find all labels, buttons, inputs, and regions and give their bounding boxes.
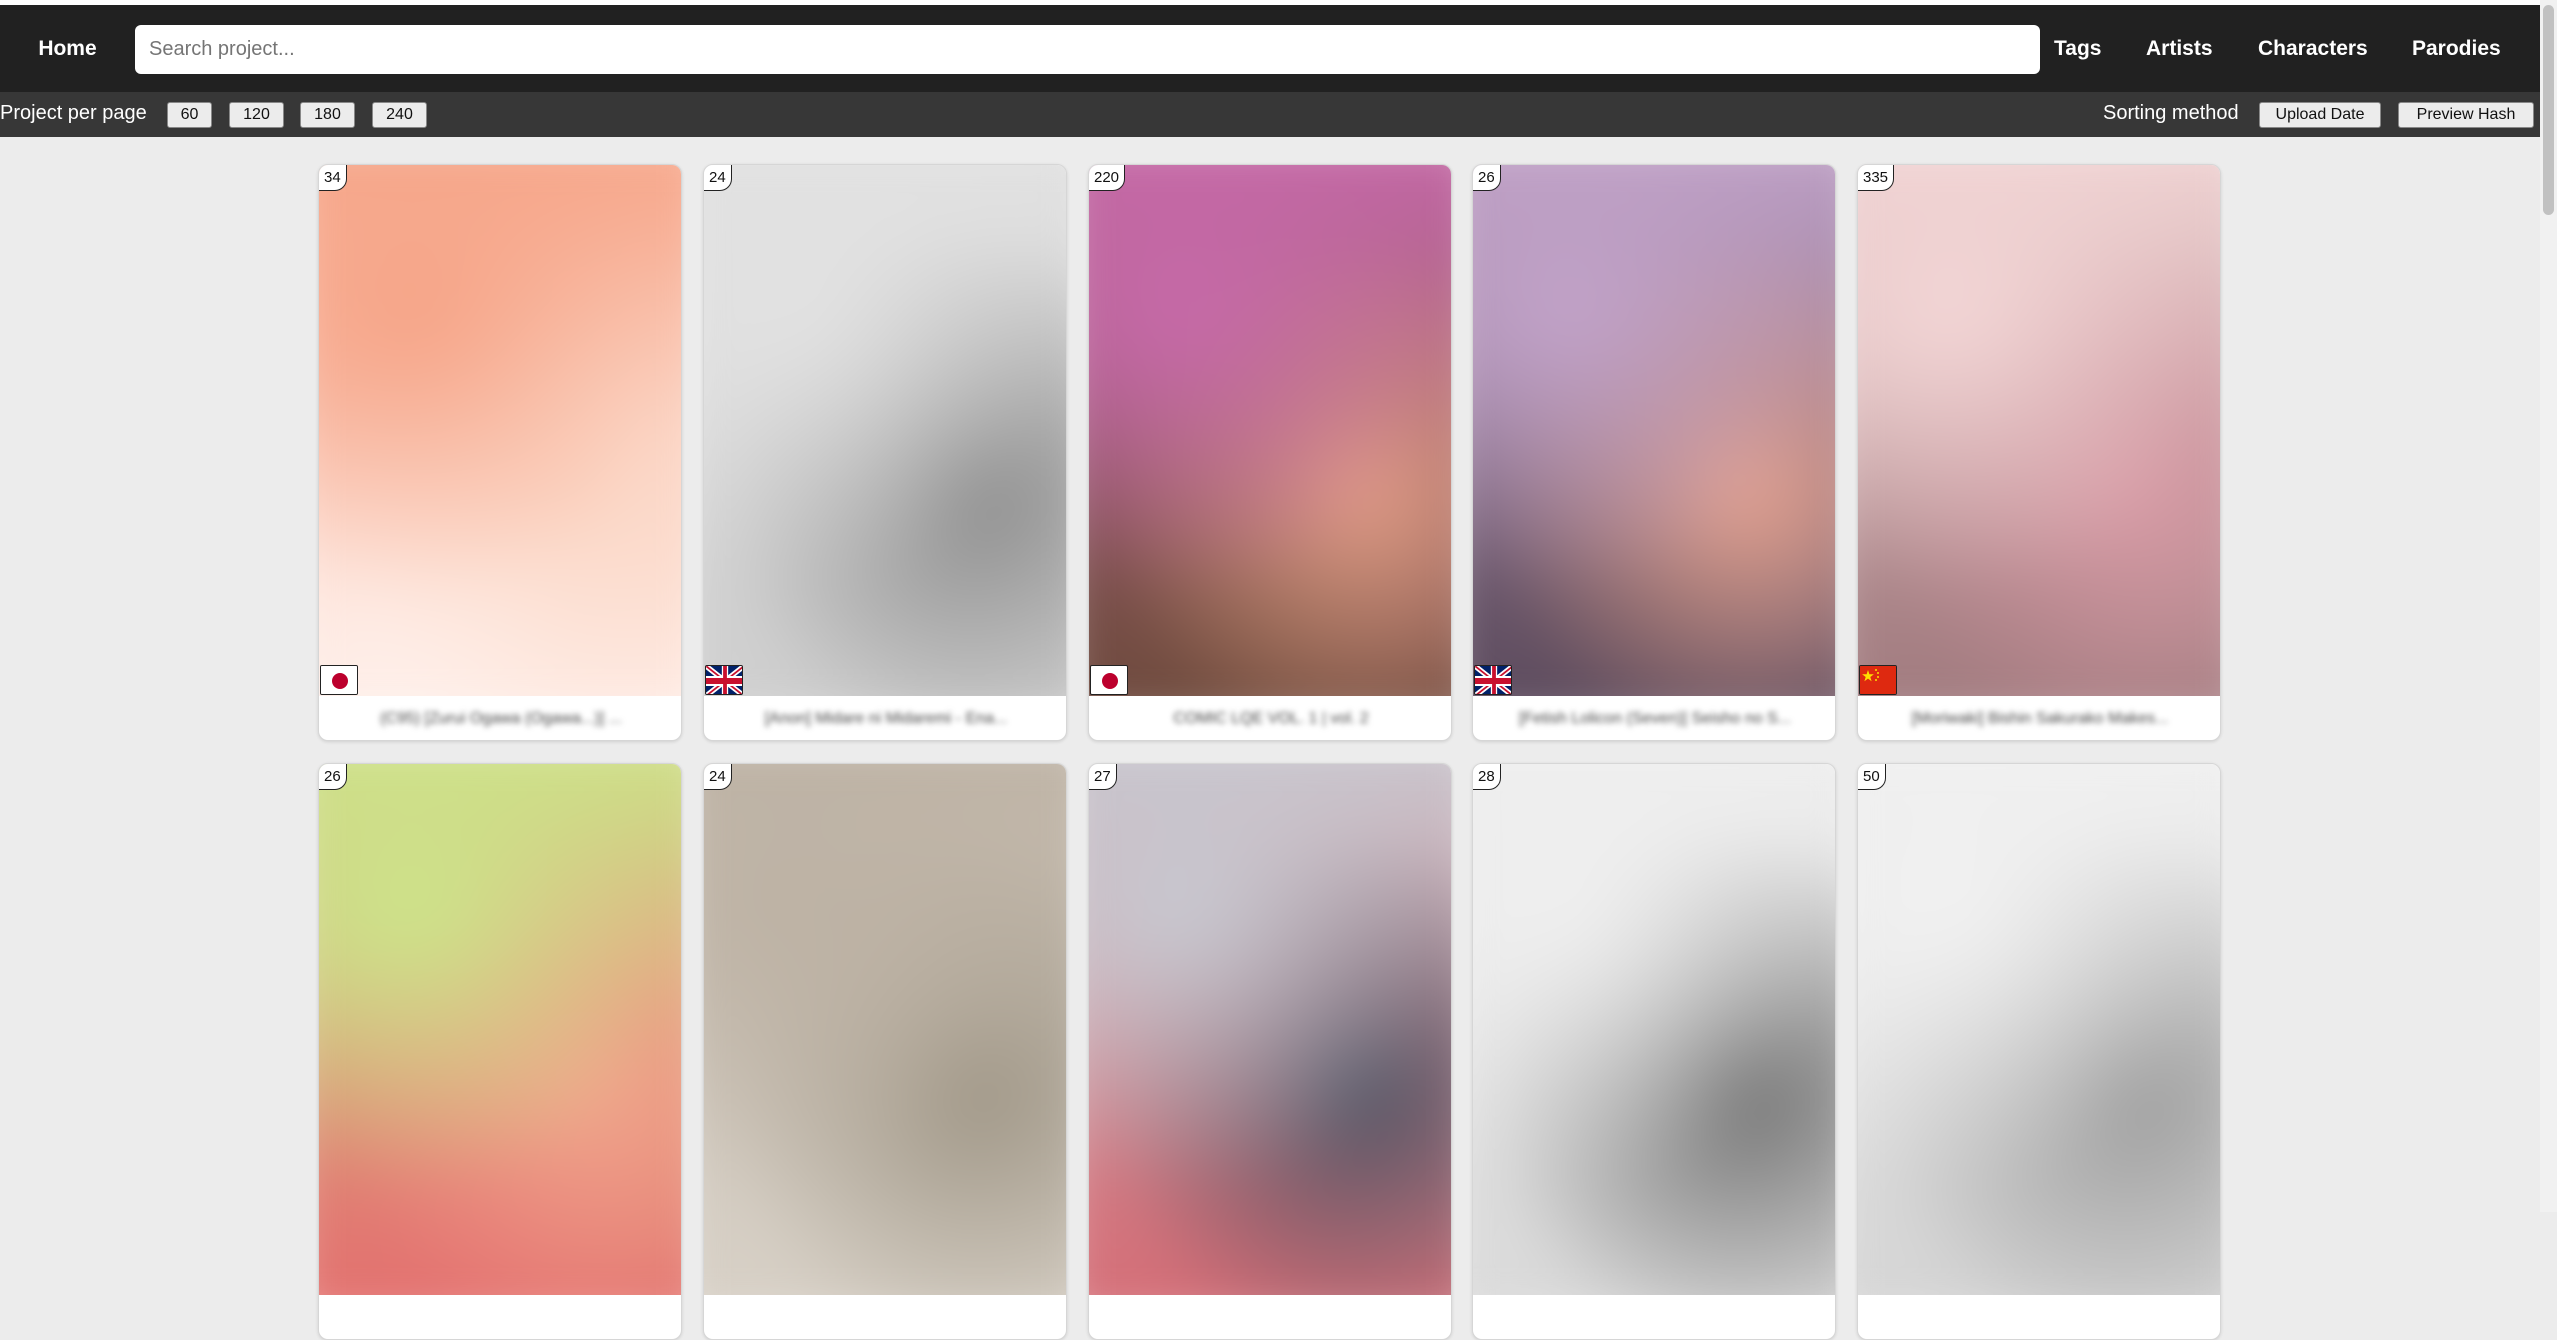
uk-flag-icon (705, 665, 743, 695)
project-thumbnail[interactable] (319, 764, 681, 1295)
page-count-badge: 28 (1473, 764, 1501, 790)
nav-link-parodies[interactable]: Parodies (2412, 37, 2501, 61)
project-card[interactable]: 26 (318, 763, 682, 1340)
page-count-badge: 220 (1089, 165, 1126, 191)
project-card[interactable]: 220 COMIC LQE VOL. 1 | vol. 2 (1088, 164, 1452, 741)
project-card[interactable]: 50 (1857, 763, 2221, 1340)
sort-preview-hash-button[interactable]: Preview Hash (2398, 102, 2534, 128)
page-count-badge: 26 (319, 764, 347, 790)
japan-flag-icon (1090, 665, 1128, 695)
nav-link-characters[interactable]: Characters (2258, 37, 2368, 61)
nav-links: Tags Artists Characters Parodies (0, 5, 2540, 92)
project-card[interactable]: 24 (703, 763, 1067, 1340)
page-count-badge: 34 (319, 165, 347, 191)
page-count-badge: 24 (704, 764, 732, 790)
japan-flag-icon (320, 665, 358, 695)
page-count-badge: 335 (1858, 165, 1895, 191)
project-thumbnail[interactable] (319, 165, 681, 696)
project-thumbnail[interactable] (1858, 764, 2220, 1295)
sort-upload-date-button[interactable]: Upload Date (2259, 102, 2381, 128)
project-grid: 34 (C95) [Zurui Ogawa (Ogawa...)] ... 24 [… (0, 137, 2540, 1340)
project-thumbnail[interactable] (1089, 764, 1451, 1295)
project-thumbnail[interactable] (1473, 764, 1835, 1295)
project-title[interactable]: COMIC LQE VOL. 1 | vol. 2 (1089, 696, 1451, 740)
project-card[interactable]: 26 [Fetish Lolicon (Seven)] Seisho no S..… (1472, 164, 1836, 741)
project-card[interactable]: 27 (1088, 763, 1452, 1340)
project-thumbnail[interactable] (1473, 165, 1835, 696)
uk-flag-icon (1474, 665, 1512, 695)
project-card[interactable]: 335 [Moriwaki] Bishin Sakurako Makes... (1857, 164, 2221, 741)
page-count-badge: 26 (1473, 165, 1501, 191)
scrollbar-thumb[interactable] (2543, 5, 2554, 215)
list-toolbar: Project per page 60 120 180 240 Sorting … (0, 92, 2540, 137)
project-thumbnail[interactable] (1089, 165, 1451, 696)
project-thumbnail[interactable] (1858, 165, 2220, 696)
nav-link-tags[interactable]: Tags (2054, 37, 2101, 61)
sort-label: Sorting method (2103, 102, 2239, 124)
per-page-180-button[interactable]: 180 (300, 102, 355, 128)
project-title[interactable]: [Anon] Midare ni Midaremi - Ena... (704, 696, 1066, 740)
per-page-240-button[interactable]: 240 (372, 102, 427, 128)
project-card[interactable]: 28 (1472, 763, 1836, 1340)
top-navbar: Home Tags Artists Characters Parodies (0, 5, 2540, 92)
project-title[interactable]: (C95) [Zurui Ogawa (Ogawa...)] ... (319, 696, 681, 740)
nav-link-artists[interactable]: Artists (2146, 37, 2213, 61)
project-card[interactable]: 34 (C95) [Zurui Ogawa (Ogawa...)] ... (318, 164, 682, 741)
per-page-label: Project per page (0, 102, 147, 124)
page-count-badge: 50 (1858, 764, 1886, 790)
page-count-badge: 24 (704, 165, 732, 191)
china-flag-icon (1859, 665, 1897, 695)
project-thumbnail[interactable] (704, 165, 1066, 696)
per-page-120-button[interactable]: 120 (229, 102, 284, 128)
project-card[interactable]: 24 [Anon] Midare ni Midaremi - Ena... (703, 164, 1067, 741)
project-title[interactable]: [Fetish Lolicon (Seven)] Seisho no S... (1473, 696, 1835, 740)
per-page-60-button[interactable]: 60 (167, 102, 212, 128)
project-title[interactable]: [Moriwaki] Bishin Sakurako Makes... (1858, 696, 2220, 740)
page-scrollbar[interactable] (2540, 0, 2557, 1212)
project-thumbnail[interactable] (704, 764, 1066, 1295)
page-count-badge: 27 (1089, 764, 1117, 790)
